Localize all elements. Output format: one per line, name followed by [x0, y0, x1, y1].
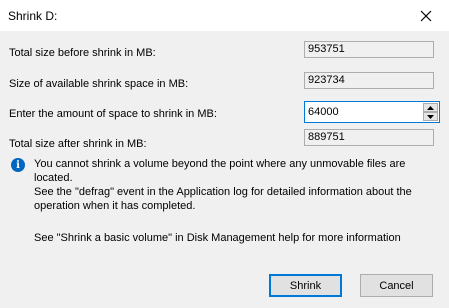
spin-down-button[interactable] — [423, 112, 438, 121]
info-line: You cannot shrink a volume beyond the po… — [34, 158, 406, 184]
total-size-before-field: 953751 — [304, 41, 434, 58]
title-bar: Shrink D: — [0, 0, 449, 31]
close-icon — [420, 10, 432, 21]
arrow-down-icon — [427, 114, 434, 119]
dialog-title: Shrink D: — [8, 9, 58, 23]
available-shrink-field: 923734 — [304, 72, 434, 89]
total-size-before-label: Total size before shrink in MB: — [9, 47, 156, 59]
close-button[interactable] — [403, 0, 449, 31]
help-text: See "Shrink a basic volume" in Disk Mana… — [34, 232, 401, 244]
spin-up-button[interactable] — [423, 103, 438, 112]
dialog-content: Total size before shrink in MB: 953751 S… — [0, 31, 449, 308]
info-line: operation when it has completed. — [34, 200, 196, 212]
available-shrink-label: Size of available shrink space in MB: — [9, 78, 189, 90]
cancel-button[interactable]: Cancel — [360, 274, 433, 297]
info-icon: i — [11, 158, 25, 172]
info-line: See the "defrag" event in the Applicatio… — [34, 186, 412, 198]
info-message: You cannot shrink a volume beyond the po… — [34, 157, 438, 213]
amount-to-shrink-label: Enter the amount of space to shrink in M… — [9, 108, 217, 120]
total-size-after-label: Total size after shrink in MB: — [9, 138, 147, 150]
arrow-up-icon — [427, 105, 434, 110]
amount-to-shrink-stepper[interactable] — [304, 101, 440, 123]
amount-to-shrink-input[interactable] — [308, 105, 418, 119]
total-size-after-field: 889751 — [304, 129, 434, 146]
shrink-button[interactable]: Shrink — [269, 274, 342, 297]
